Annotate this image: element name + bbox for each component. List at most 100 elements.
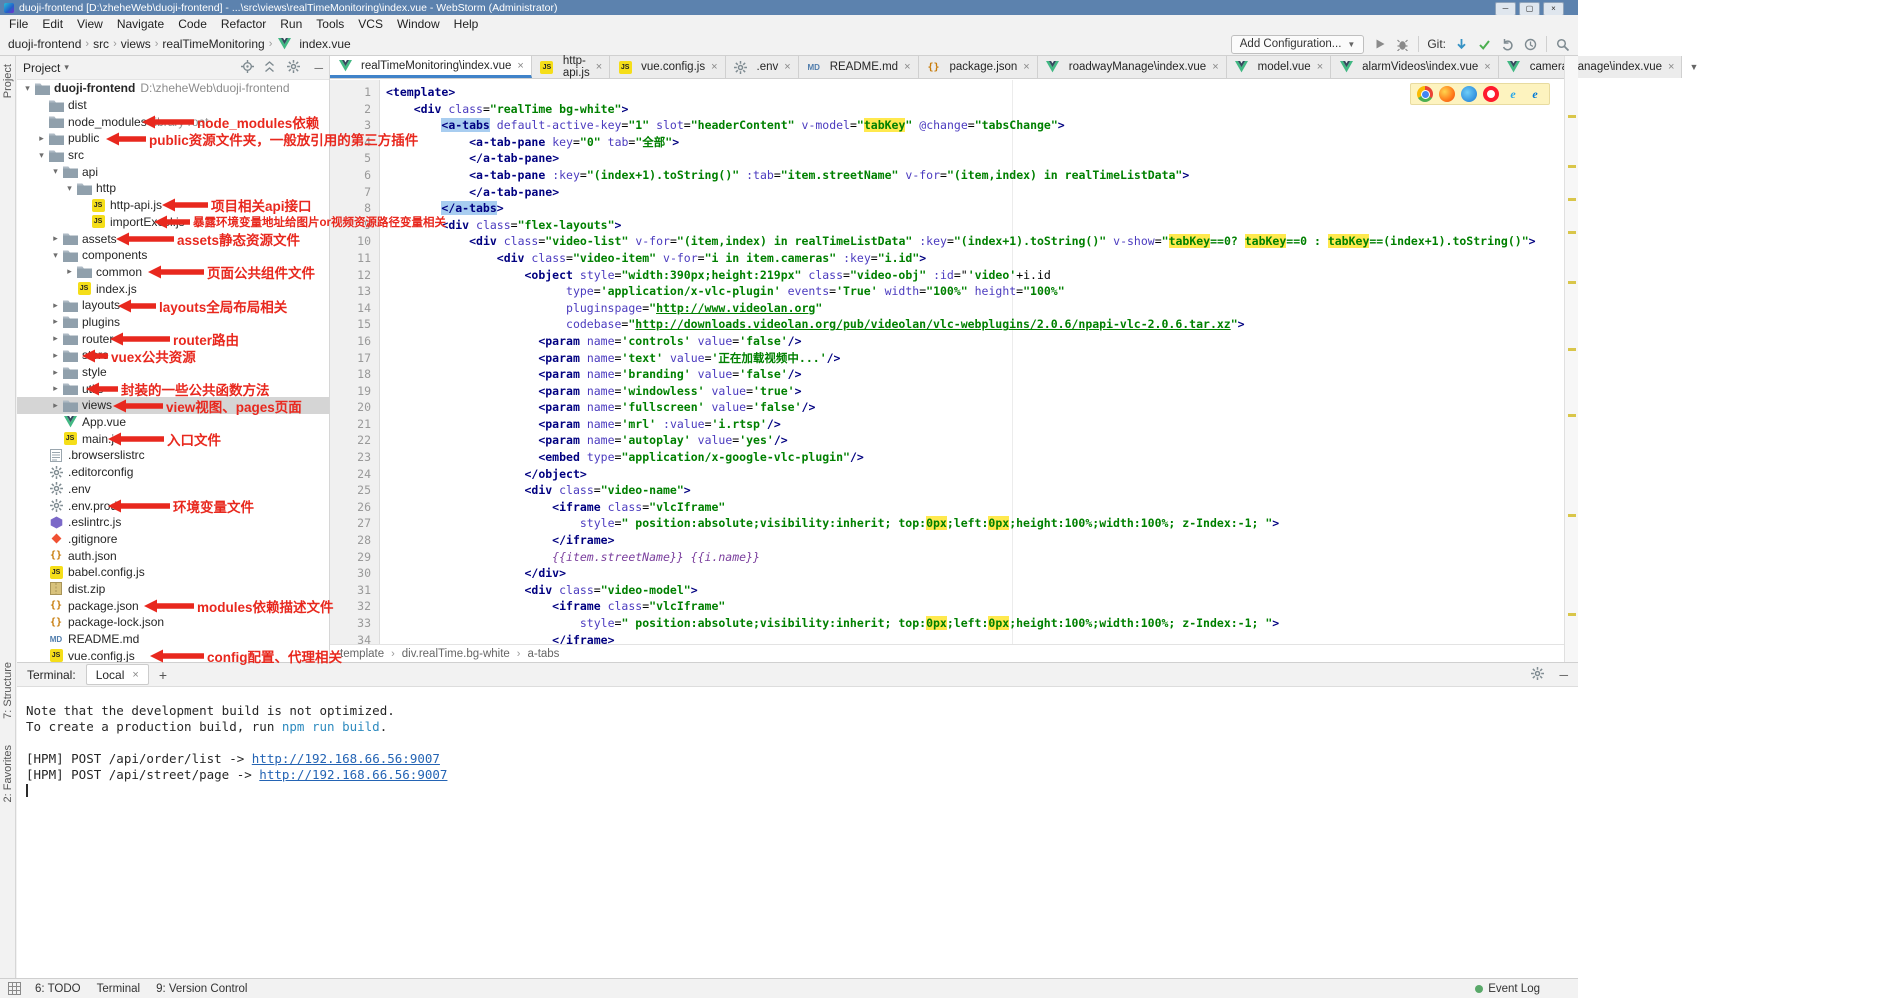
- new-terminal-icon[interactable]: +: [159, 667, 167, 683]
- tool-stripe-7-structure[interactable]: 7: Structure: [2, 662, 14, 719]
- line-number[interactable]: 25: [330, 482, 371, 499]
- settings-gear-icon[interactable]: [285, 59, 305, 76]
- line-number[interactable]: 30: [330, 565, 371, 582]
- line-number[interactable]: 22: [330, 432, 371, 449]
- line-number[interactable]: 5: [330, 150, 371, 167]
- editor-tab-alarmvideos-index-vue[interactable]: alarmVideos\index.vue×: [1331, 56, 1499, 78]
- tree-item-public[interactable]: ▸public: [17, 130, 329, 147]
- tree-item-api[interactable]: ▾api: [17, 163, 329, 180]
- tree-item-duoji-frontend[interactable]: ▾duoji-frontend D:\zheheWeb\duoji-fronte…: [17, 80, 329, 97]
- tree-item-layouts[interactable]: ▸layouts: [17, 297, 329, 314]
- editor-tab-vue-config-js[interactable]: JSvue.config.js×: [610, 56, 725, 78]
- line-number[interactable]: 8: [330, 200, 371, 217]
- line-number[interactable]: 20: [330, 399, 371, 416]
- menu-code[interactable]: Code: [171, 16, 214, 32]
- terminal-output[interactable]: Note that the development build is not o…: [17, 687, 1578, 799]
- statusbar-9-version-control[interactable]: 9: Version Control: [148, 983, 255, 995]
- locate-icon[interactable]: [241, 60, 254, 76]
- menu-vcs[interactable]: VCS: [351, 16, 390, 32]
- chevron-down-icon[interactable]: ▾: [49, 166, 62, 177]
- chevron-right-icon[interactable]: ▸: [35, 133, 48, 144]
- editor-tab-package-json[interactable]: {}package.json×: [919, 56, 1038, 78]
- tree-item-babel-config-js[interactable]: JSbabel.config.js: [17, 564, 329, 581]
- close-icon[interactable]: ×: [711, 61, 717, 73]
- chevron-right-icon[interactable]: ▸: [49, 400, 62, 411]
- editor-breadcrumb-a-tabs[interactable]: a-tabs: [527, 648, 559, 660]
- close-icon[interactable]: ×: [596, 61, 602, 73]
- menu-file[interactable]: File: [2, 16, 35, 32]
- close-icon[interactable]: ×: [1023, 61, 1029, 73]
- tree-item-views[interactable]: ▸views: [17, 397, 329, 414]
- tree-item-plugins[interactable]: ▸plugins: [17, 314, 329, 331]
- tree-item-package-json[interactable]: {}package.json: [17, 597, 329, 614]
- line-number[interactable]: 7: [330, 184, 371, 201]
- maximize-icon[interactable]: ▢: [1519, 2, 1540, 16]
- tree-item-browserslistrc[interactable]: .browserslistrc: [17, 447, 329, 464]
- line-number[interactable]: 11: [330, 250, 371, 267]
- hide-panel-icon[interactable]: ─: [314, 61, 323, 75]
- tree-item-src[interactable]: ▾src: [17, 147, 329, 164]
- tree-item-components[interactable]: ▾components: [17, 247, 329, 264]
- tree-item-node-modules[interactable]: node_modules library root: [17, 113, 329, 130]
- editor-breadcrumb-template[interactable]: template: [340, 648, 384, 660]
- chevron-right-icon[interactable]: ▸: [49, 300, 62, 311]
- minimize-icon[interactable]: ─: [1495, 2, 1516, 16]
- editor-gutter[interactable]: 1234567891011121314151617181920212223242…: [330, 80, 380, 644]
- line-number[interactable]: 19: [330, 383, 371, 400]
- menu-window[interactable]: Window: [390, 16, 447, 32]
- tree-item-env-prod[interactable]: .env.prod: [17, 497, 329, 514]
- chevron-right-icon[interactable]: ▸: [49, 316, 62, 327]
- code-viewport[interactable]: 1234567891011121314151617181920212223242…: [330, 80, 1564, 644]
- safari-browser-icon[interactable]: [1461, 86, 1477, 102]
- tree-item-vue-config-js[interactable]: JSvue.config.js: [17, 647, 329, 662]
- search-icon[interactable]: [1555, 37, 1570, 52]
- line-number[interactable]: 14: [330, 300, 371, 317]
- line-number[interactable]: 6: [330, 167, 371, 184]
- line-number[interactable]: 29: [330, 549, 371, 566]
- tree-item-assets[interactable]: ▸assets: [17, 230, 329, 247]
- line-number[interactable]: 1: [330, 84, 371, 101]
- breadcrumb-item-index-vue[interactable]: index.vue: [276, 37, 350, 51]
- tree-item-gitignore[interactable]: .gitignore: [17, 531, 329, 548]
- editor-tab-roadwaymanage-index-vue[interactable]: roadwayManage\index.vue×: [1038, 56, 1227, 78]
- menu-run[interactable]: Run: [273, 16, 309, 32]
- edge-browser-icon[interactable]: e: [1527, 86, 1543, 102]
- line-number[interactable]: 28: [330, 532, 371, 549]
- editor-tab-model-vue[interactable]: model.vue×: [1227, 56, 1332, 78]
- line-number[interactable]: 13: [330, 283, 371, 300]
- tree-item-editorconfig[interactable]: .editorconfig: [17, 464, 329, 481]
- line-number[interactable]: 10: [330, 233, 371, 250]
- git-update-icon[interactable]: [1454, 37, 1469, 52]
- line-number[interactable]: 16: [330, 333, 371, 350]
- statusbar-terminal[interactable]: Terminal: [89, 983, 148, 995]
- close-icon[interactable]: ×: [1212, 61, 1218, 73]
- line-number[interactable]: 4: [330, 134, 371, 151]
- chevron-down-icon[interactable]: ▾: [21, 83, 34, 94]
- line-number[interactable]: 3: [330, 117, 371, 134]
- chevron-right-icon[interactable]: ▸: [49, 383, 62, 394]
- line-number[interactable]: 18: [330, 366, 371, 383]
- tree-item-store[interactable]: ▸store: [17, 347, 329, 364]
- menu-refactor[interactable]: Refactor: [214, 16, 273, 32]
- tabs-list-icon[interactable]: ▼: [1682, 56, 1705, 78]
- chevron-down-icon[interactable]: ▾: [35, 150, 48, 161]
- line-number[interactable]: 2: [330, 101, 371, 118]
- tool-stripe-2-favorites[interactable]: 2: Favorites: [2, 745, 14, 802]
- menu-edit[interactable]: Edit: [35, 16, 70, 32]
- editor-breadcrumb-div-realtime-bg-white[interactable]: div.realTime.bg-white: [402, 648, 510, 660]
- line-number[interactable]: 17: [330, 350, 371, 367]
- hide-panel-icon[interactable]: ─: [1559, 668, 1568, 682]
- collapse-all-icon[interactable]: [263, 60, 276, 76]
- line-number[interactable]: 34: [330, 632, 371, 644]
- chevron-down-icon[interactable]: ▾: [63, 183, 76, 194]
- opera-browser-icon[interactable]: [1483, 86, 1499, 102]
- tree-item-index-js[interactable]: JSindex.js: [17, 280, 329, 297]
- menu-navigate[interactable]: Navigate: [110, 16, 171, 32]
- editor-tab-cameramanage-index-vue[interactable]: cameraManage\index.vue×: [1499, 56, 1683, 78]
- close-icon[interactable]: ×: [904, 61, 910, 73]
- terminal-settings-icon[interactable]: [1529, 666, 1549, 683]
- line-number[interactable]: 15: [330, 316, 371, 333]
- close-icon[interactable]: ×: [1543, 2, 1564, 16]
- event-log-button[interactable]: Event Log: [1475, 983, 1540, 995]
- code-editor[interactable]: <template> <div class="realTime bg-white…: [380, 80, 1564, 644]
